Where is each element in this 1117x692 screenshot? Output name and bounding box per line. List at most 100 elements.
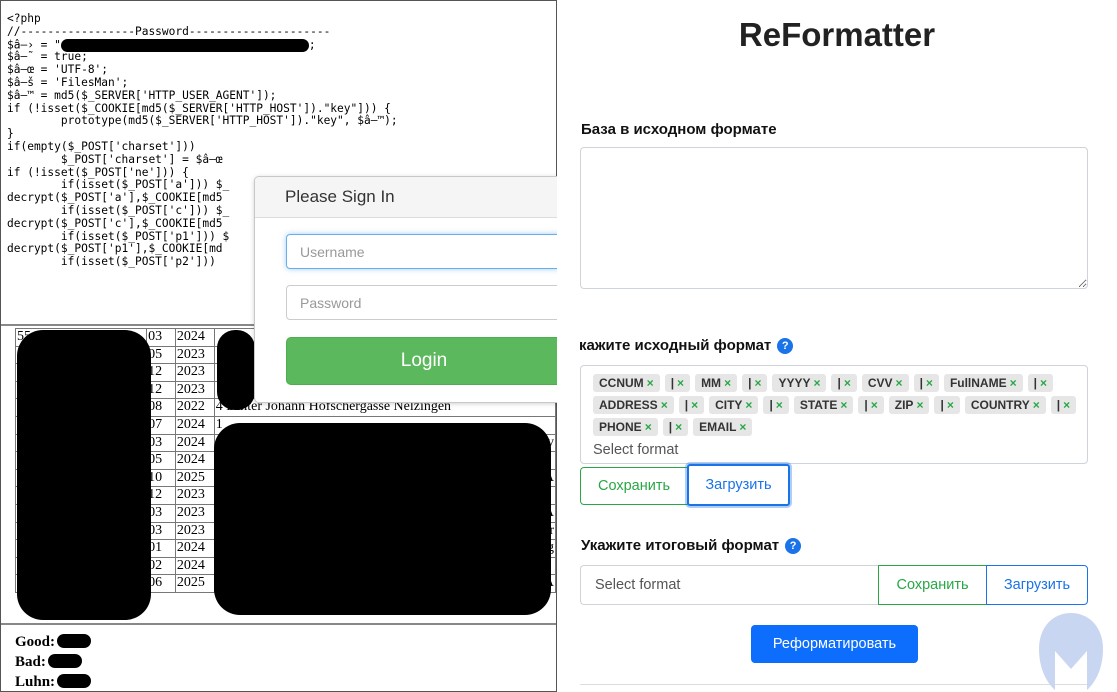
format-tag: | × — [934, 396, 960, 414]
tag-remove-icon[interactable]: × — [1063, 398, 1070, 412]
table-cell: 2024 — [174, 415, 215, 435]
save-source-format-button[interactable]: Сохранить — [580, 467, 688, 505]
luhn-count: Luhn: — [15, 674, 92, 691]
format-tag: COUNTRY × — [964, 396, 1046, 414]
table-cell: 2024 — [174, 556, 215, 576]
redaction-block — [217, 330, 255, 410]
table-cell: 2024 — [174, 328, 215, 347]
username-input[interactable] — [286, 234, 562, 269]
code-line: prototype(md5($_SERVER['HTTP_HOST'])."ke… — [7, 114, 398, 128]
format-tag: | × — [1050, 396, 1077, 414]
format-tag: | × — [678, 396, 705, 414]
tag-remove-icon[interactable]: × — [647, 376, 654, 390]
good-count: Good: — [15, 634, 92, 651]
malwarebytes-logo-icon — [1039, 613, 1103, 690]
format-tag: STATE × — [793, 396, 854, 414]
page-title: ReFormatter — [738, 16, 936, 53]
tag-remove-icon[interactable]: × — [1010, 376, 1017, 390]
table-cell: 2023 — [174, 380, 215, 400]
bad-count: Bad: — [15, 654, 82, 671]
source-format-select[interactable]: CCNUM × | × MM × | × YYYY × | × CVV × | × FullNAME × | × ADD… — [580, 365, 1088, 464]
tag-remove-icon[interactable]: × — [840, 398, 847, 412]
sign-in-title: Please Sign In — [255, 177, 578, 218]
tag-remove-icon[interactable]: × — [926, 376, 933, 390]
tag-remove-icon[interactable]: × — [677, 376, 684, 390]
code-line: if(empty($_POST['charset'])) — [7, 139, 196, 153]
login-button[interactable]: Login — [286, 337, 562, 385]
tag-remove-icon[interactable]: × — [947, 398, 954, 412]
sign-in-panel: Please Sign In Login — [254, 176, 579, 403]
tag-remove-icon[interactable]: × — [675, 420, 682, 434]
tag-remove-icon[interactable]: × — [1040, 376, 1047, 390]
format-tag: CITY × — [709, 396, 759, 414]
format-tag: | × — [1027, 374, 1053, 392]
redaction-block — [47, 654, 82, 668]
table-cell: 2023 — [174, 345, 215, 365]
redaction-block — [57, 674, 92, 688]
redaction-block — [60, 38, 309, 52]
password-input[interactable] — [286, 285, 562, 320]
source-base-textarea[interactable] — [580, 147, 1088, 289]
format-tag: | × — [913, 374, 939, 392]
tag-remove-icon[interactable]: × — [844, 376, 851, 390]
tag-remove-icon[interactable]: × — [896, 376, 903, 390]
tag-remove-icon[interactable]: × — [661, 398, 668, 412]
reformatter-panel: ReFormatter База в исходном формате кажи… — [557, 0, 1117, 692]
tag-remove-icon[interactable]: × — [871, 398, 878, 412]
format-tag: MM × — [695, 374, 738, 392]
table-cell: 03 — [146, 328, 176, 347]
target-format-label: Укажите итоговый формат? — [581, 537, 802, 554]
help-icon[interactable]: ? — [785, 538, 802, 554]
tag-remove-icon[interactable]: × — [691, 398, 698, 412]
table-cell: 2025 — [174, 468, 215, 488]
table-divider — [1, 623, 556, 625]
table-cell: 2024 — [174, 539, 215, 558]
code-line: $_POST['charset'] = $â–œ — [7, 152, 223, 166]
tag-remove-icon[interactable]: × — [739, 420, 746, 434]
tag-remove-icon[interactable]: × — [745, 398, 752, 412]
table-cell: 2024 — [174, 433, 215, 453]
redaction-block — [57, 634, 92, 648]
table-cell: 2025 — [174, 574, 215, 593]
format-tag: | × — [664, 374, 691, 392]
target-format-row: Select format Сохранить Загрузить — [580, 565, 1088, 605]
target-format-select[interactable]: Select format — [580, 565, 878, 605]
format-tag: ADDRESS × — [593, 396, 674, 414]
tag-remove-icon[interactable]: × — [916, 398, 923, 412]
code-line: <?php — [7, 12, 41, 25]
format-tag: ZIP × — [888, 396, 930, 414]
tag-remove-icon[interactable]: × — [645, 420, 652, 434]
tag-remove-icon[interactable]: × — [813, 376, 820, 390]
tag-remove-icon[interactable]: × — [776, 398, 783, 412]
code-line: $â–™ = md5($_SERVER['HTTP_USER_AGENT']); — [7, 88, 277, 102]
code-line: //-----------------Password-------------… — [7, 24, 331, 38]
format-tag: | × — [662, 418, 689, 436]
table-cell: 2024 — [174, 451, 215, 470]
save-target-format-button[interactable]: Сохранить — [878, 565, 987, 605]
reformat-button[interactable]: Реформатировать — [751, 625, 918, 663]
tag-remove-icon[interactable]: × — [1033, 398, 1040, 412]
format-tags: CCNUM × | × MM × | × YYYY × | × CVV × | × FullNAME × | × ADD… — [593, 374, 1077, 436]
format-tag: | × — [763, 396, 789, 414]
format-tag: CCNUM × — [593, 374, 660, 392]
format-tag: EMAIL × — [693, 418, 753, 436]
section-divider — [580, 684, 1088, 685]
source-base-label: База в исходном формате — [581, 121, 777, 138]
tag-remove-icon[interactable]: × — [754, 376, 761, 390]
table-cell: 2023 — [174, 503, 215, 523]
format-tag: PHONE × — [593, 418, 658, 436]
format-tag: YYYY × — [772, 374, 827, 392]
load-target-format-button[interactable]: Загрузить — [986, 565, 1088, 605]
table-cell: 2023 — [174, 521, 215, 541]
format-tag: FullNAME × — [943, 374, 1023, 392]
source-format-label: кажите исходный формат? — [579, 337, 794, 354]
format-tag: | × — [858, 396, 884, 414]
format-tag: | × — [742, 374, 768, 392]
help-icon[interactable]: ? — [777, 338, 794, 354]
table-cell: 2023 — [174, 486, 215, 505]
load-source-format-button[interactable]: Загрузить — [687, 464, 790, 506]
format-tag: CVV × — [861, 374, 909, 392]
format-tag: | × — [831, 374, 857, 392]
select-format-placeholder[interactable]: Select format — [593, 442, 1077, 458]
tag-remove-icon[interactable]: × — [724, 376, 731, 390]
